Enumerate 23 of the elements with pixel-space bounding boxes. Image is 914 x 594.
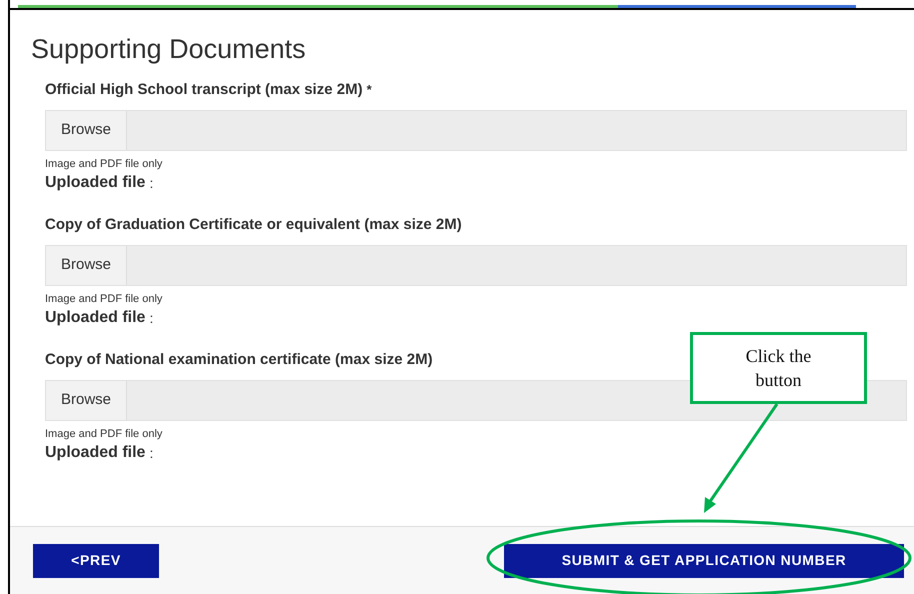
file-hint: Image and PDF file only: [45, 292, 164, 306]
file-input-field[interactable]: Browse: [45, 110, 907, 151]
separator: :: [149, 308, 154, 328]
uploaded-file-label: Uploaded file: [45, 308, 146, 328]
field-label: Copy of Graduation Certificate or equivalent (max size 2M): [45, 214, 462, 235]
uploaded-file-label: Uploaded file: [45, 443, 146, 463]
separator: :: [149, 444, 154, 462]
file-hint: Image and PDF file only: [45, 427, 164, 441]
callout-tooltip: Click the button: [690, 332, 867, 404]
uploaded-file-label: Uploaded file: [45, 173, 146, 193]
field-label: Copy of National examination certificate (max size 2M): [45, 350, 433, 370]
separator: :: [149, 174, 154, 192]
field-label: Official High School transcript (max size 2M): [45, 80, 363, 100]
section-title: Supporting Documents: [31, 33, 307, 66]
required-mark: *: [366, 81, 372, 100]
chevron-icon: <: [71, 550, 80, 571]
file-hint: Image and PDF file only: [45, 157, 164, 171]
browse-button[interactable]: Browse: [46, 381, 128, 420]
browse-button[interactable]: Browse: [46, 111, 128, 150]
submit-button[interactable]: SUBMIT & GET APPLICATION NUMBER: [504, 544, 904, 578]
prev-button[interactable]: <PREV: [33, 544, 159, 578]
browse-button[interactable]: Browse: [46, 246, 128, 285]
file-input-field[interactable]: Browse: [45, 245, 907, 286]
